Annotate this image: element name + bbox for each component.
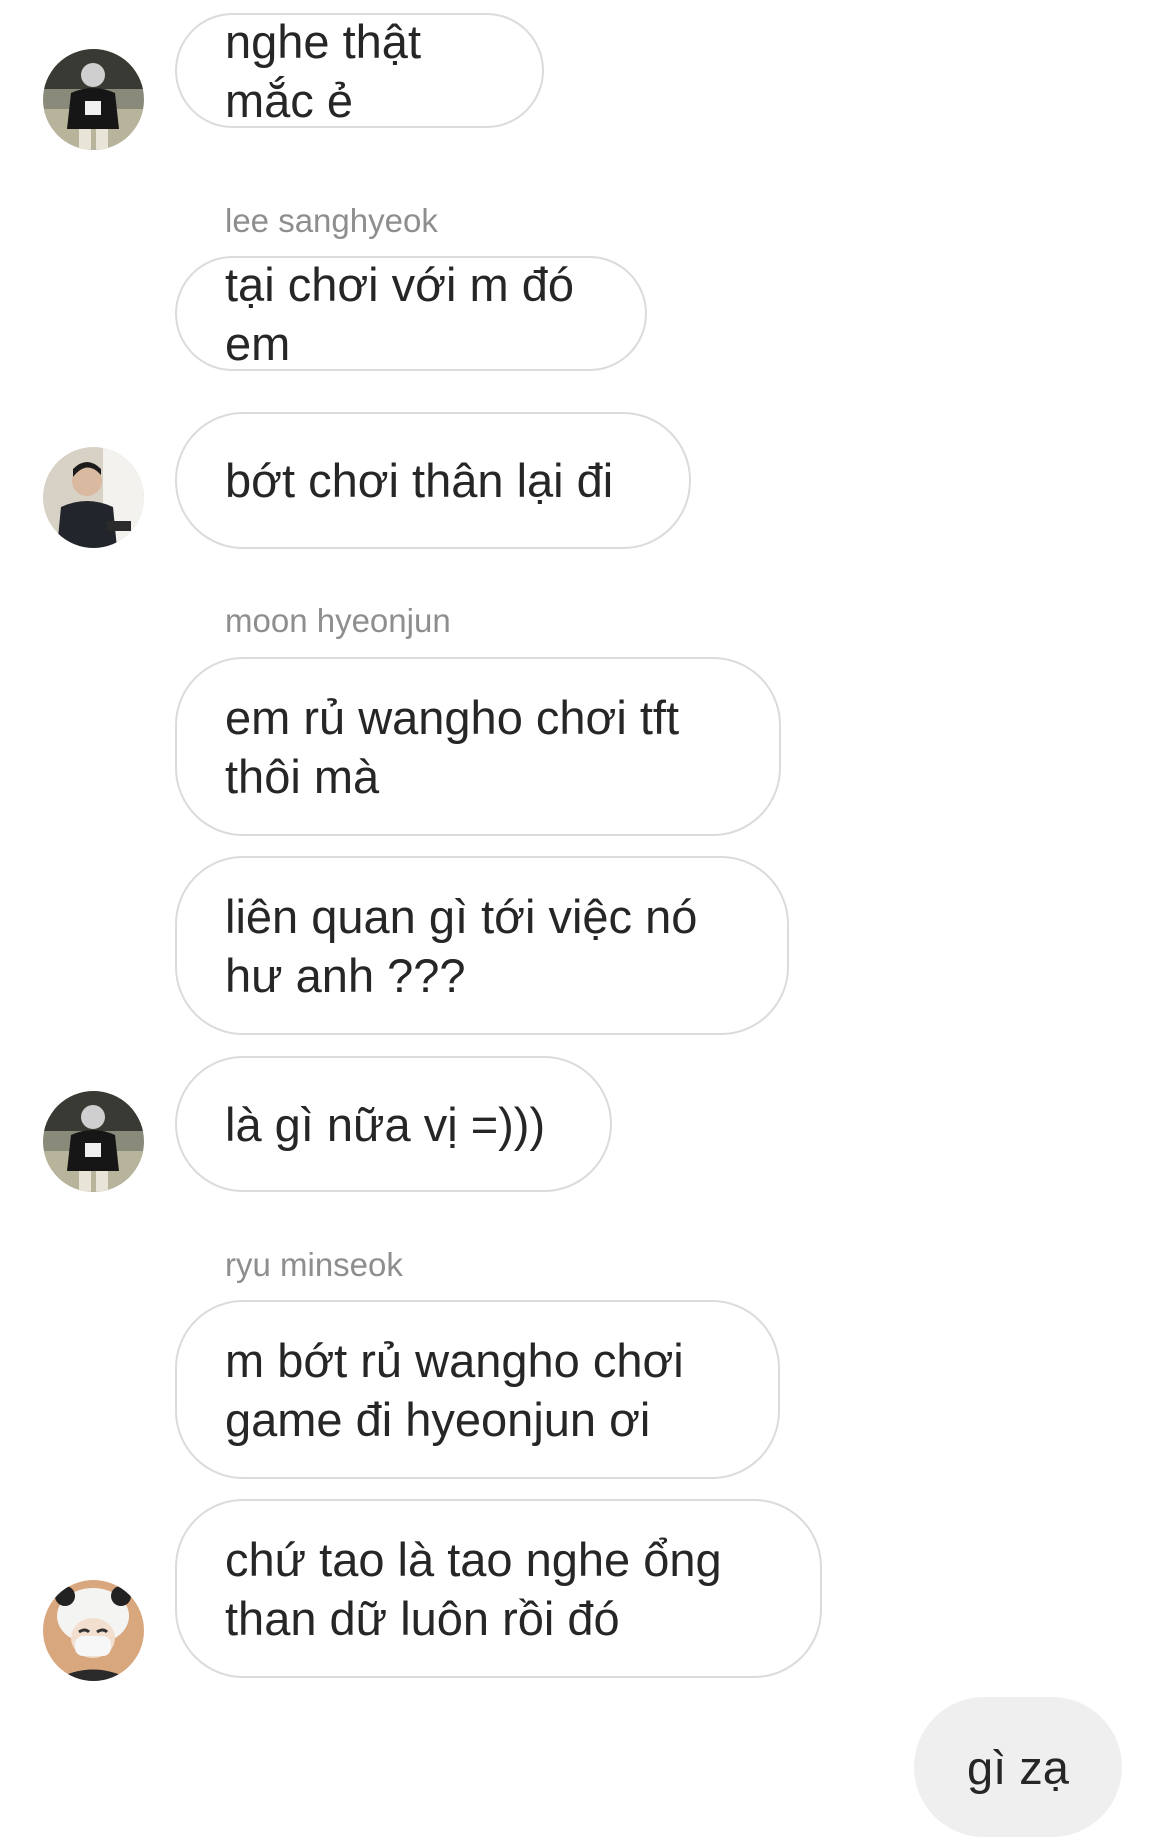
message-text: gì zạ — [967, 1740, 1069, 1794]
sender-name: moon hyeonjun — [225, 602, 451, 639]
avatar-photo-icon — [43, 447, 144, 548]
avatar-photo-icon — [43, 49, 144, 150]
message-text: chứ tao là tao nghe ổng than dữ luôn rồi… — [225, 1532, 722, 1645]
avatar-photo-icon — [43, 1580, 144, 1681]
chat-thread: nghe thật mắc ẻ lee sanghyeok tại chơi v… — [0, 0, 1170, 1841]
message-bubble[interactable]: m bớt rủ wangho chơi game đi hyeonjun ơi — [175, 1300, 780, 1479]
sender-avatar[interactable] — [43, 49, 144, 150]
sender-avatar[interactable] — [43, 1091, 144, 1192]
message-text: bớt chơi thân lại đi — [225, 454, 614, 507]
message-bubble[interactable]: chứ tao là tao nghe ổng than dữ luôn rồi… — [175, 1499, 822, 1678]
message-bubble-outgoing[interactable]: gì zạ — [914, 1697, 1122, 1837]
message-bubble[interactable]: tại chơi với m đó em — [175, 256, 647, 371]
message-text: liên quan gì tới việc nó hư anh ??? — [225, 889, 698, 1002]
message-bubble[interactable]: em rủ wangho chơi tft thôi mà — [175, 657, 781, 836]
sender-avatar[interactable] — [43, 1580, 144, 1681]
message-bubble[interactable]: nghe thật mắc ẻ — [175, 13, 544, 128]
sender-avatar[interactable] — [43, 447, 144, 548]
avatar-photo-icon — [43, 1091, 144, 1192]
message-bubble[interactable]: bớt chơi thân lại đi — [175, 412, 691, 549]
message-text: tại chơi với m đó em — [225, 257, 574, 370]
sender-name: lee sanghyeok — [225, 202, 438, 239]
message-text: là gì nữa vị =))) — [225, 1097, 546, 1151]
message-text: em rủ wangho chơi tft thôi mà — [225, 690, 680, 803]
message-text: nghe thật mắc ẻ — [225, 14, 422, 127]
message-bubble[interactable]: là gì nữa vị =))) — [175, 1056, 612, 1192]
message-bubble[interactable]: liên quan gì tới việc nó hư anh ??? — [175, 856, 789, 1035]
sender-name: ryu minseok — [225, 1246, 403, 1283]
message-text: m bớt rủ wangho chơi game đi hyeonjun ơi — [225, 1333, 684, 1446]
